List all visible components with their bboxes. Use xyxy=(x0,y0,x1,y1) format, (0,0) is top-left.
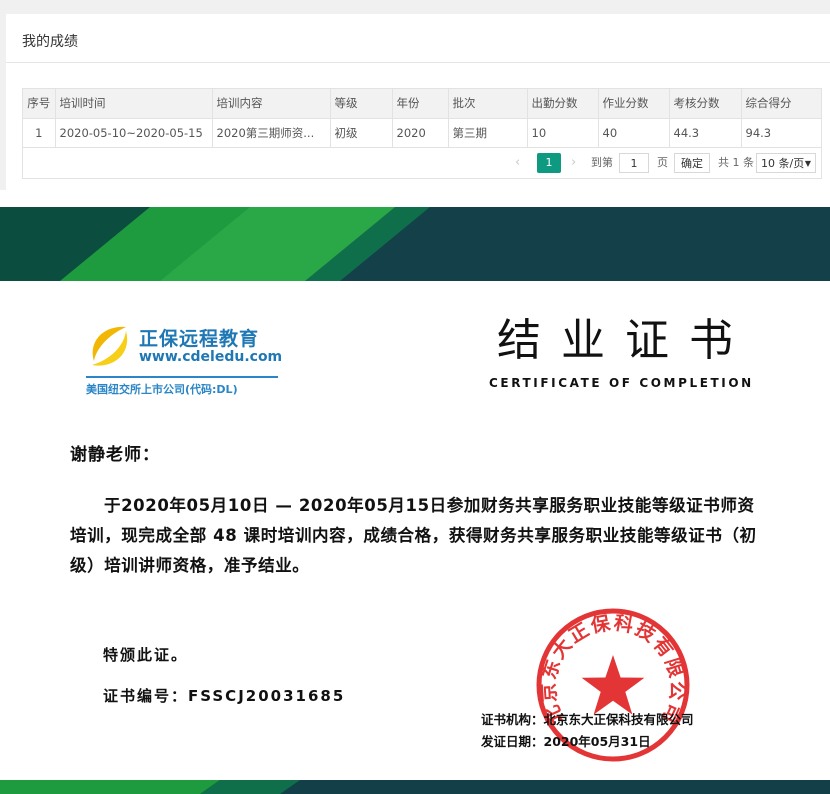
certificate: 正保远程教育 www.cdeledu.com 美国纽交所上市公司(代码:DL) … xyxy=(0,207,830,794)
cell-total: 94.3 xyxy=(741,118,821,148)
bottom-banner xyxy=(0,780,830,794)
panel-divider xyxy=(6,62,830,63)
panel-title: 我的成绩 xyxy=(22,34,78,50)
cell-year: 2020 xyxy=(392,118,449,148)
col-header: 考核分数 xyxy=(669,89,742,119)
certificate-number: 证书编号：FSSCJ20031685 xyxy=(103,687,346,705)
col-header: 等级 xyxy=(330,89,393,119)
page-1-button[interactable]: 1 xyxy=(537,152,561,173)
star-icon xyxy=(581,655,645,715)
logo-name: 正保远程教育 xyxy=(139,328,260,350)
special-note: 特颁此证。 xyxy=(103,646,189,664)
logo-divider xyxy=(86,376,278,378)
caret-down-icon: ▼ xyxy=(804,158,811,168)
cell-attendance: 10 xyxy=(527,118,599,148)
issue-date: 发证日期：2020年05月31日 xyxy=(481,734,651,749)
page-size-select[interactable]: 10 条/页 ▼ xyxy=(756,152,816,173)
goto-label: 到第 xyxy=(591,155,613,169)
cell-content: 2020第三期师资... xyxy=(212,118,331,148)
cell-index: 1 xyxy=(23,118,56,148)
col-header: 培训内容 xyxy=(212,89,331,119)
cell-homework: 40 xyxy=(598,118,670,148)
col-header: 综合得分 xyxy=(741,89,821,119)
col-header: 培训时间 xyxy=(55,89,213,119)
logo-url: www.cdeledu.com xyxy=(139,349,283,365)
recipient-greeting: 谢静老师： xyxy=(70,445,160,465)
score-section: 我的成绩 序号 培训时间 培训内容 等级 年份 批次 出勤分数 作业分数 考核分… xyxy=(0,0,830,190)
cell-batch: 第三期 xyxy=(448,118,528,148)
issuing-organization: 证书机构：北京东大正保科技有限公司 xyxy=(481,712,694,727)
table-row[interactable]: 1 2020-05-10~2020-05-15 2020第三期师资... 初级 … xyxy=(23,118,821,148)
score-table: 序号 培训时间 培训内容 等级 年份 批次 出勤分数 作业分数 考核分数 综合得… xyxy=(22,88,822,179)
goto-page-input[interactable]: 1 xyxy=(619,152,649,173)
table-header-row: 序号 培训时间 培训内容 等级 年份 批次 出勤分数 作业分数 考核分数 综合得… xyxy=(23,89,821,119)
col-header: 批次 xyxy=(448,89,528,119)
col-header: 年份 xyxy=(392,89,449,119)
cell-level: 初级 xyxy=(330,118,393,148)
cell-time: 2020-05-10~2020-05-15 xyxy=(55,118,213,148)
logo-subtitle: 美国纽交所上市公司(代码:DL) xyxy=(86,383,238,396)
col-header: 出勤分数 xyxy=(527,89,599,119)
swirl-logo-icon xyxy=(92,326,128,366)
certificate-body: 于2020年05月10日 — 2020年05月15日参加财务共享服务职业技能等级… xyxy=(70,496,757,575)
certificate-subtitle: CERTIFICATE OF COMPLETION xyxy=(489,376,754,390)
confirm-button[interactable]: 确定 xyxy=(674,152,710,173)
pagination: ‹ 1 › 到第 1 页 确定 共 1 条 10 条/页 ▼ xyxy=(23,148,821,178)
top-banner xyxy=(0,207,830,281)
next-page-button[interactable]: › xyxy=(571,153,576,173)
page-unit-label: 页 xyxy=(657,155,668,169)
score-panel: 我的成绩 序号 培训时间 培训内容 等级 年份 批次 出勤分数 作业分数 考核分… xyxy=(6,14,830,190)
col-header: 序号 xyxy=(23,89,56,119)
total-count: 共 1 条 xyxy=(718,155,754,169)
prev-page-button[interactable]: ‹ xyxy=(515,153,520,173)
cell-exam: 44.3 xyxy=(669,118,742,148)
page-size-value: 10 条/页 xyxy=(761,156,805,170)
certificate-title: 结业证书 xyxy=(497,315,753,366)
col-header: 作业分数 xyxy=(598,89,670,119)
